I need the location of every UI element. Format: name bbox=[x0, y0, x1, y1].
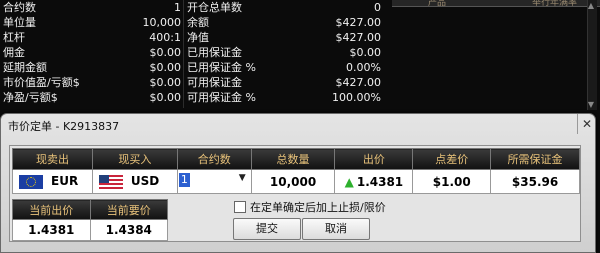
eu-flag-icon bbox=[19, 174, 43, 189]
row-value: 400:1 bbox=[149, 31, 181, 44]
row-label: 已用保证金 % bbox=[187, 61, 256, 74]
row-label: 已用保证金 bbox=[187, 46, 242, 59]
current-bid-label: 当前出价 bbox=[12, 199, 91, 220]
account-row: 佣金 $0.00 已用保证金 $0.00 bbox=[0, 45, 390, 60]
row-value: 0 bbox=[374, 1, 381, 14]
row-value: $427.00 bbox=[335, 16, 382, 29]
row-label: 开仓总单数 bbox=[187, 1, 242, 14]
lots-input[interactable]: 1 bbox=[178, 173, 190, 187]
sell-currency: EUR bbox=[51, 174, 79, 189]
sell-currency-cell: EUR bbox=[12, 169, 93, 194]
chevron-down-icon[interactable]: ▼ bbox=[239, 173, 246, 183]
account-row: 净盈/亏额$ $0.00 可用保证金 % 100.00% bbox=[0, 90, 390, 105]
stop-limit-checkbox[interactable] bbox=[234, 201, 246, 213]
col-price: 出价 bbox=[334, 148, 414, 170]
col-sell: 现卖出 bbox=[12, 148, 93, 170]
scrollbar[interactable]: ▲ ▼ bbox=[587, 0, 597, 110]
row-label: 可用保证金 % bbox=[187, 91, 256, 104]
row-label: 延期金额 bbox=[3, 61, 47, 74]
scroll-up-icon[interactable]: ▲ bbox=[588, 1, 594, 10]
dialog-title: 市价定单 - K2913837 bbox=[8, 120, 120, 133]
buy-currency-cell: USD bbox=[91, 169, 178, 194]
row-label: 净盈/亏额$ bbox=[3, 91, 58, 104]
cancel-button[interactable]: 取消 bbox=[302, 218, 370, 240]
buy-currency: USD bbox=[130, 174, 160, 189]
row-label: 合约数 bbox=[3, 1, 36, 14]
row-label: 净值 bbox=[187, 31, 209, 44]
column-header: 举行年满率 bbox=[532, 0, 578, 8]
order-panel: 现卖出 现买入 合约数 总数量 出价 点差价 所需保证金 EUR USD 1 ▼ bbox=[9, 145, 581, 242]
rates-table: 当前出价 当前要价 1.4381 1.4384 bbox=[12, 199, 168, 241]
col-buy: 现买入 bbox=[91, 148, 178, 170]
row-value: 100.00% bbox=[332, 91, 381, 104]
row-label: 余额 bbox=[187, 16, 209, 29]
column-header: 产品 bbox=[428, 0, 447, 8]
price-value: 1.4381 bbox=[356, 174, 404, 189]
row-value: $427.00 bbox=[335, 76, 382, 89]
row-label: 市价值盈/亏额$ bbox=[3, 76, 80, 89]
order-table-header: 现卖出 现买入 合约数 总数量 出价 点差价 所需保证金 bbox=[12, 148, 580, 170]
row-value: 1 bbox=[174, 1, 181, 14]
row-value: $427.00 bbox=[335, 31, 382, 44]
row-value: $0.00 bbox=[149, 46, 182, 59]
account-row: 合约数 1 开仓总单数 0 bbox=[0, 0, 390, 15]
col-margin: 所需保证金 bbox=[490, 148, 580, 170]
row-value: $0.00 bbox=[149, 91, 182, 104]
account-row: 市价值盈/亏额$ $0.00 可用保证金 $427.00 bbox=[0, 75, 390, 90]
account-summary: 合约数 1 开仓总单数 0 单位量 10,000 余额 $427.00 杠杆 4… bbox=[0, 0, 390, 108]
close-icon[interactable]: ✕ bbox=[577, 114, 596, 134]
row-label: 可用保证金 bbox=[187, 76, 242, 89]
order-row: EUR USD 1 ▼ 10,000 ▲ 1.4381 $1.00 $35.96 bbox=[12, 169, 580, 194]
row-label: 佣金 bbox=[3, 46, 25, 59]
row-label: 杠杆 bbox=[3, 31, 25, 44]
margin-value: $35.96 bbox=[490, 169, 580, 194]
col-lots: 合约数 bbox=[176, 148, 252, 170]
row-value: $0.00 bbox=[149, 76, 182, 89]
col-total: 总数量 bbox=[250, 148, 336, 170]
submit-button[interactable]: 提交 bbox=[233, 218, 301, 240]
current-ask-label: 当前要价 bbox=[89, 199, 168, 220]
rates-row: 1.4381 1.4384 bbox=[12, 219, 168, 241]
account-row: 单位量 10,000 余额 $427.00 bbox=[0, 15, 390, 30]
row-label: 单位量 bbox=[3, 16, 36, 29]
order-table: 现卖出 现买入 合约数 总数量 出价 点差价 所需保证金 EUR USD 1 ▼ bbox=[12, 148, 580, 194]
total-amount: 10,000 bbox=[250, 169, 336, 194]
account-row: 延期金额 $0.00 已用保证金 % 0.00% bbox=[0, 60, 390, 75]
us-flag-icon bbox=[98, 174, 123, 189]
positions-header: 产品 举行年满率 bbox=[392, 0, 600, 8]
col-pip: 点差价 bbox=[412, 148, 492, 170]
price-up-icon: ▲ bbox=[344, 174, 354, 189]
row-value: $0.00 bbox=[349, 46, 382, 59]
lots-select[interactable]: 1 ▼ bbox=[176, 169, 252, 194]
pip-value: $1.00 bbox=[412, 169, 492, 194]
price-cell: ▲ 1.4381 bbox=[334, 169, 414, 194]
account-row: 杠杆 400:1 净值 $427.00 bbox=[0, 30, 390, 45]
rates-header: 当前出价 当前要价 bbox=[12, 199, 168, 220]
current-ask-value: 1.4384 bbox=[89, 219, 168, 241]
row-value: 0.00% bbox=[346, 61, 381, 74]
stop-limit-label[interactable]: 在定单确定后加上止损/限价 bbox=[250, 199, 386, 215]
market-order-dialog: 市价定单 - K2913837 ✕ 现卖出 现买入 合约数 总数量 出价 点差价… bbox=[0, 113, 596, 253]
scroll-down-icon[interactable]: ▼ bbox=[588, 100, 594, 109]
row-value: 10,000 bbox=[142, 16, 182, 29]
row-value: $0.00 bbox=[149, 61, 182, 74]
current-bid-value: 1.4381 bbox=[12, 219, 91, 241]
